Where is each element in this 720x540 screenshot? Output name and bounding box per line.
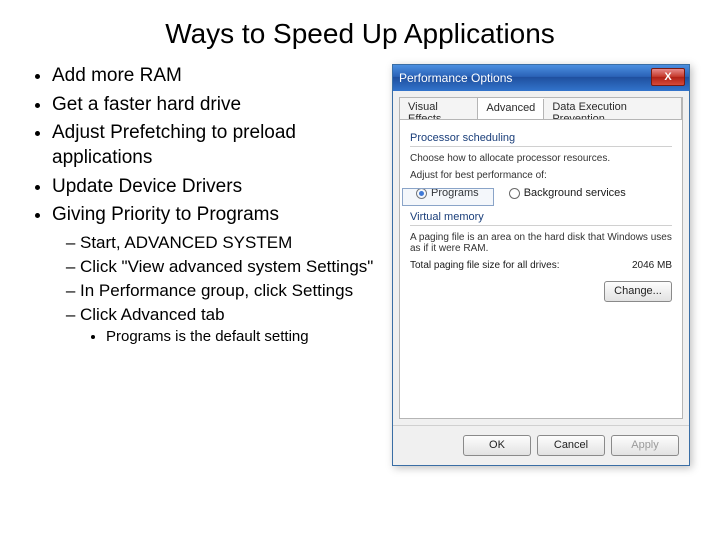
adjust-label: Adjust for best performance of: [410,170,672,181]
sub-bullet: Click "View advanced system Settings" [80,256,380,278]
processor-scheduling-heading: Processor scheduling [410,132,672,144]
tab-advanced[interactable]: Advanced [478,99,544,120]
dialog-title: Performance Options [399,71,512,85]
apply-button[interactable]: Apply [611,435,679,456]
cancel-button[interactable]: Cancel [537,435,605,456]
bullet-item: Update Device Drivers [52,175,380,200]
close-button[interactable]: X [651,68,685,86]
radio-icon [509,188,520,199]
radio-icon [416,188,427,199]
subsub-bullet: Programs is the default setting [106,327,380,347]
virtual-memory-heading: Virtual memory [410,211,672,223]
tabs: Visual Effects Advanced Data Execution P… [399,97,683,119]
sub-bullet: In Performance group, click Settings [80,280,380,302]
radio-background-services[interactable]: Background services [509,187,626,199]
tab-visual-effects[interactable]: Visual Effects [400,98,478,119]
sub-bullet: Click Advanced tab Programs is the defau… [80,304,380,346]
dialog-footer: OK Cancel Apply [393,425,689,465]
bullet-item: Add more RAM [52,64,380,89]
ok-button[interactable]: OK [463,435,531,456]
performance-options-dialog: Performance Options X Visual Effects Adv… [392,64,690,466]
tab-dep[interactable]: Data Execution Prevention [544,98,682,119]
vm-desc: A paging file is an area on the hard dis… [410,232,672,254]
scheduling-desc: Choose how to allocate processor resourc… [410,153,672,164]
change-button[interactable]: Change... [604,281,672,302]
bullet-item: Get a faster hard drive [52,93,380,118]
bullet-list: Add more RAM Get a faster hard drive Adj… [30,64,380,466]
bullet-item: Giving Priority to Programs Start, ADVAN… [52,203,380,346]
bullet-item: Adjust Prefetching to preload applicatio… [52,121,380,170]
tab-panel-advanced: Processor scheduling Choose how to alloc… [399,119,683,419]
vm-total-value: 2046 MB [632,260,672,271]
dialog-titlebar[interactable]: Performance Options X [393,65,689,91]
sub-bullet: Start, ADVANCED SYSTEM [80,232,380,254]
vm-total-label: Total paging file size for all drives: [410,260,560,271]
radio-programs[interactable]: Programs [416,187,479,199]
slide-title: Ways to Speed Up Applications [30,18,690,50]
close-icon: X [664,71,671,83]
